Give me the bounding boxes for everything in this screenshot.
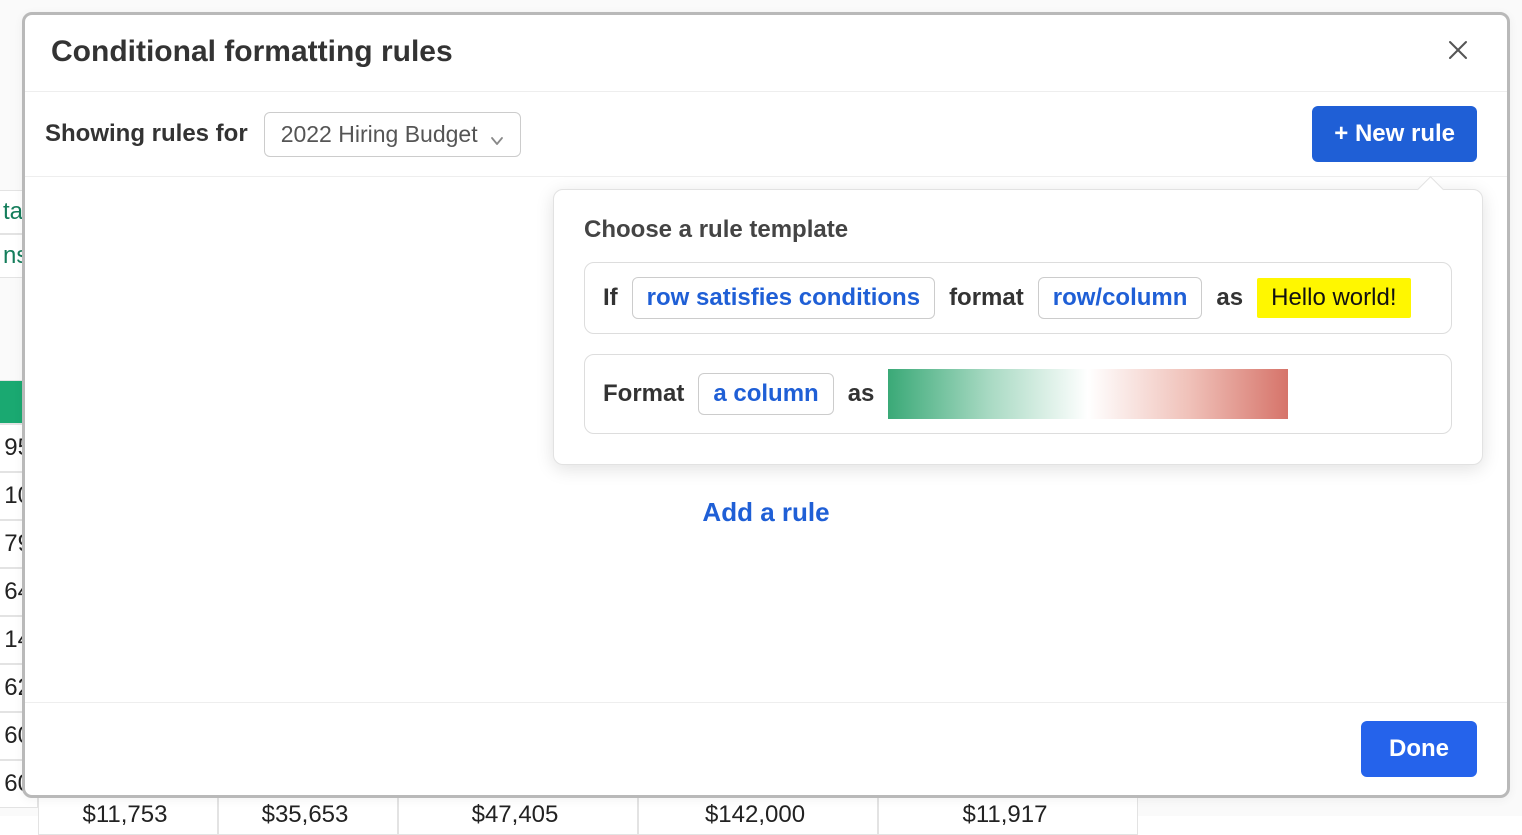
showing-rules-label: Showing rules for xyxy=(45,120,248,148)
bg-bottom-cell: $142,000 xyxy=(638,795,878,835)
bg-bottom-cell: $11,917 xyxy=(878,795,1138,835)
bg-bottom-cell: $11,753 xyxy=(38,795,218,835)
chevron-down-icon xyxy=(490,127,504,141)
dropdown-value: 2022 Hiring Budget xyxy=(281,121,478,148)
highlight-preview: Hello world! xyxy=(1257,278,1410,318)
column-token[interactable]: a column xyxy=(698,373,833,415)
target-token[interactable]: row/column xyxy=(1038,277,1203,319)
new-rule-button[interactable]: + New rule xyxy=(1312,106,1477,162)
sheet-selector-dropdown[interactable]: 2022 Hiring Budget xyxy=(264,112,521,157)
rule-template-popover: Choose a rule template If row satisfies … xyxy=(553,189,1483,465)
rule-template-gradient[interactable]: Format a column as xyxy=(584,354,1452,434)
bg-bottom-cell: $47,405 xyxy=(398,795,638,835)
dialog-title: Conditional formatting rules xyxy=(51,35,453,69)
close-button[interactable] xyxy=(1439,35,1477,69)
template2-text-format: Format xyxy=(603,380,684,408)
condition-token[interactable]: row satisfies conditions xyxy=(632,277,935,319)
close-icon xyxy=(1447,39,1469,61)
dialog-footer: Done xyxy=(25,702,1507,795)
dialog-body: Add a rule Choose a rule template If row… xyxy=(25,177,1507,702)
template-text-if: If xyxy=(603,284,618,312)
template-text-as: as xyxy=(1216,284,1243,312)
conditional-formatting-dialog: Conditional formatting rules Showing rul… xyxy=(22,12,1510,798)
template2-text-as: as xyxy=(848,380,875,408)
done-button[interactable]: Done xyxy=(1361,721,1477,777)
template-text-format: format xyxy=(949,284,1024,312)
dialog-toolbar: Showing rules for 2022 Hiring Budget + N… xyxy=(25,92,1507,177)
toolbar-left: Showing rules for 2022 Hiring Budget xyxy=(45,112,521,157)
gradient-preview xyxy=(888,369,1288,419)
rule-template-conditional[interactable]: If row satisfies conditions format row/c… xyxy=(584,262,1452,334)
add-rule-link[interactable]: Add a rule xyxy=(702,497,829,528)
popover-title: Choose a rule template xyxy=(584,216,1452,244)
dialog-header: Conditional formatting rules xyxy=(25,15,1507,92)
bg-bottom-cell: $35,653 xyxy=(218,795,398,835)
